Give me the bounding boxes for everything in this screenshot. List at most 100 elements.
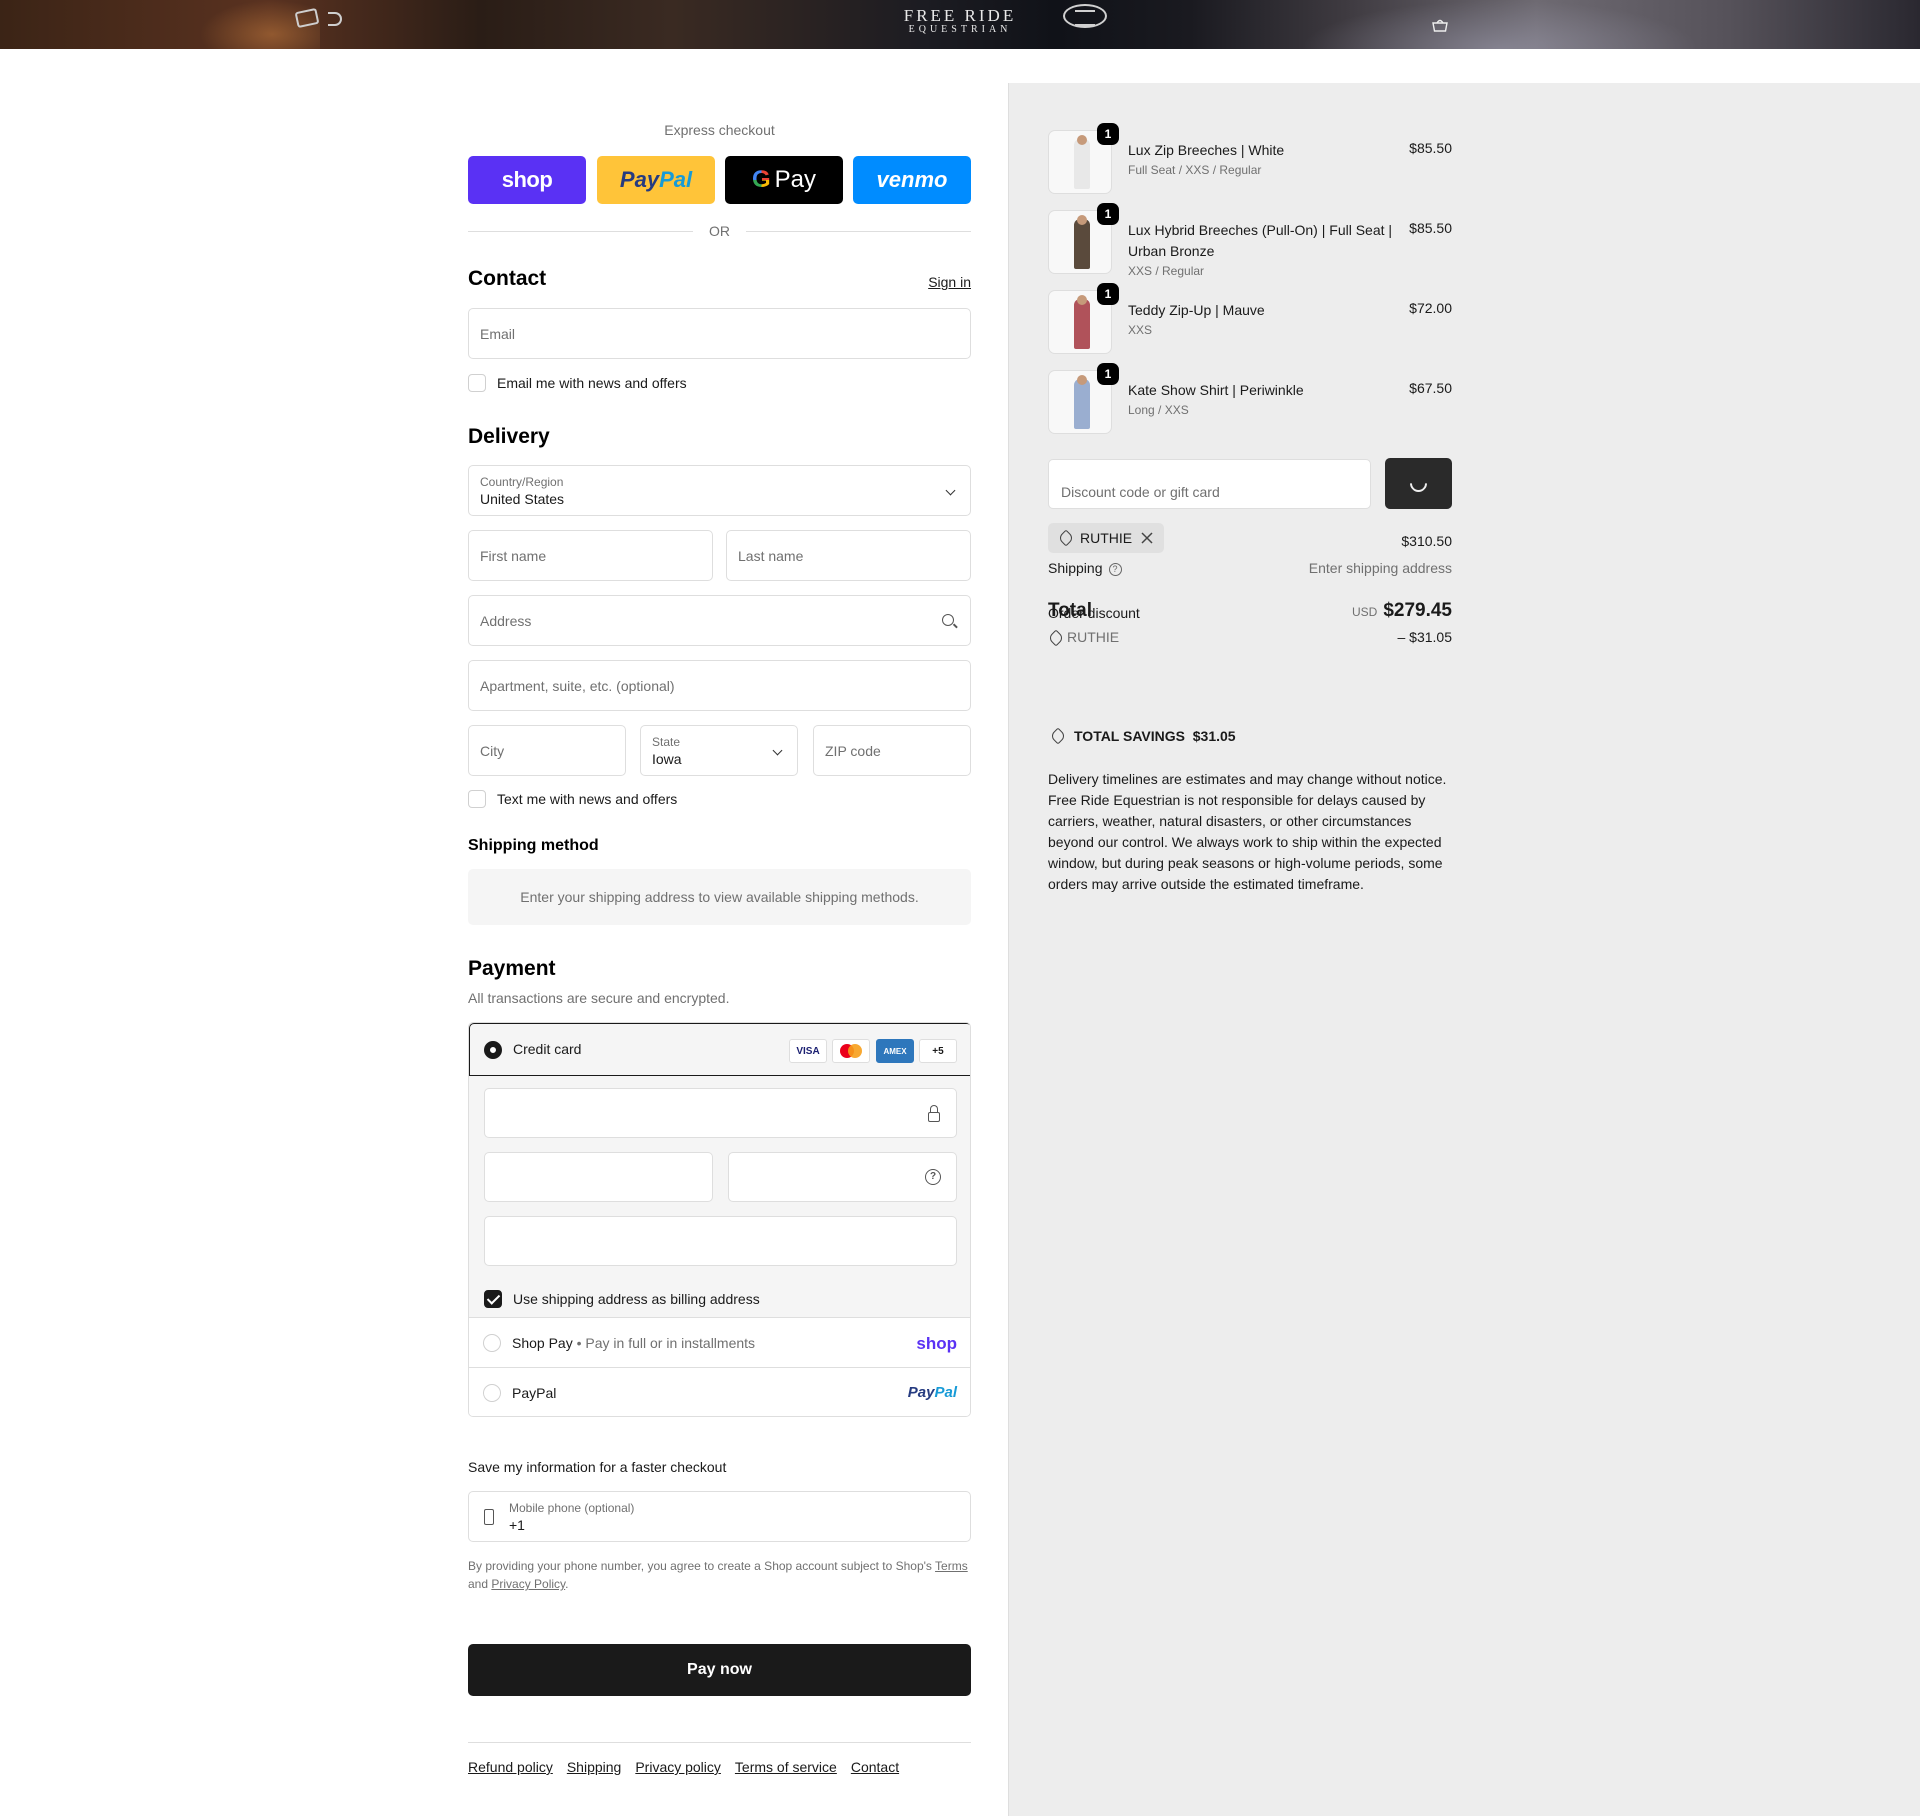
email-news-checkbox-row[interactable]: Email me with news and offers xyxy=(468,374,687,392)
privacy-policy-link[interactable]: Privacy policy xyxy=(635,1759,721,1775)
paypal-option[interactable]: PayPal PayPal xyxy=(469,1368,970,1416)
credit-card-label: Credit card xyxy=(513,1041,582,1057)
tag-icon xyxy=(1049,727,1067,745)
or-divider: OR xyxy=(468,222,971,240)
shipping-link[interactable]: Shipping xyxy=(567,1759,622,1775)
payment-subtitle: All transactions are secure and encrypte… xyxy=(468,990,730,1006)
zip-field[interactable]: ZIP code xyxy=(813,725,971,776)
security-code-field[interactable]: ? xyxy=(728,1152,957,1202)
save-info-title: Save my information for a faster checkou… xyxy=(468,1459,727,1475)
name-on-card-field[interactable] xyxy=(484,1216,957,1266)
product-variant: XXS / Regular xyxy=(1128,264,1205,278)
google-pay-button[interactable]: G Pay xyxy=(725,156,843,204)
more-cards-badge: +5 xyxy=(919,1039,957,1063)
privacy-policy-link[interactable]: Privacy Policy xyxy=(491,1577,565,1591)
email-news-checkbox[interactable] xyxy=(468,374,486,392)
product-name: Lux Zip Breeches | White xyxy=(1128,142,1285,158)
terms-of-service-link[interactable]: Terms of service xyxy=(735,1759,837,1775)
subtotal-value: $310.50 xyxy=(1401,533,1452,549)
shipping-label: Shipping xyxy=(1048,560,1103,576)
shop-pay-radio[interactable] xyxy=(483,1334,501,1352)
payment-heading: Payment xyxy=(468,957,556,980)
shop-pay-button[interactable]: shop xyxy=(468,156,586,204)
help-icon[interactable]: ? xyxy=(925,1169,941,1185)
pay-now-button[interactable]: Pay now xyxy=(468,1644,971,1696)
city-field[interactable]: City xyxy=(468,725,626,776)
paypal-logo: PayPal xyxy=(907,1384,957,1401)
product-variant: XXS xyxy=(1128,323,1153,337)
express-checkout-title: Express checkout xyxy=(664,122,775,138)
paypal-logo-part: Pay xyxy=(619,167,660,192)
shipping-method-message: Enter your shipping address to view avai… xyxy=(468,869,971,925)
refund-policy-link[interactable]: Refund policy xyxy=(468,1759,553,1775)
legal-text: By providing your phone number, you agre… xyxy=(468,1559,968,1591)
email-field[interactable]: Email xyxy=(468,308,971,359)
order-discount-label: Order discount xyxy=(1048,605,1140,621)
product-name: Lux Hybrid Breeches (Pull-On) | Full Sea… xyxy=(1128,222,1393,259)
brand-logo[interactable]: FREE RIDE EQUESTRIAN xyxy=(860,7,1060,35)
country-label: Country/Region xyxy=(480,475,564,489)
shop-pay-sublabel: Pay in full or in installments xyxy=(585,1335,756,1351)
apply-discount-button[interactable] xyxy=(1385,458,1452,509)
contact-link[interactable]: Contact xyxy=(851,1759,899,1775)
first-name-field[interactable]: First name xyxy=(468,530,713,581)
last-name-placeholder: Last name xyxy=(738,548,804,564)
paypal-radio[interactable] xyxy=(483,1384,501,1402)
country-value: United States xyxy=(480,491,565,507)
order-discount-amount: – $31.05 xyxy=(1397,629,1453,645)
city-placeholder: City xyxy=(480,743,505,759)
help-icon[interactable]: ? xyxy=(1108,563,1122,576)
remove-discount-icon[interactable] xyxy=(1141,532,1153,544)
billing-checkbox-row[interactable]: Use shipping address as billing address xyxy=(484,1290,760,1308)
text-news-checkbox-row[interactable]: Text me with news and offers xyxy=(468,790,677,808)
mobile-phone-field[interactable]: Mobile phone (optional) +1 xyxy=(468,1491,971,1542)
shop-pay-option[interactable]: Shop Pay • Pay in full or in installment… xyxy=(469,1318,970,1368)
product-price: $85.50 xyxy=(1409,140,1452,156)
address-field[interactable]: Address xyxy=(468,595,971,646)
product-price: $67.50 xyxy=(1409,380,1452,396)
last-name-field[interactable]: Last name xyxy=(726,530,971,581)
discount-code-field[interactable]: Discount code or gift card xyxy=(1048,459,1371,509)
venmo-button[interactable]: venmo xyxy=(853,156,971,204)
billing-checkbox[interactable] xyxy=(484,1290,502,1308)
discount-code-label: RUTHIE xyxy=(1080,530,1133,546)
shop-pay-label: Shop Pay xyxy=(512,1335,573,1351)
terms-link[interactable]: Terms xyxy=(935,1559,968,1573)
order-discount-code: RUTHIE xyxy=(1067,629,1120,645)
email-news-label: Email me with news and offers xyxy=(497,375,687,391)
mastercard-icon xyxy=(832,1039,870,1063)
state-select[interactable]: State Iowa xyxy=(640,725,798,776)
expiration-date-field[interactable] xyxy=(484,1152,713,1202)
tag-icon xyxy=(1047,629,1065,647)
sign-in-link[interactable]: Sign in xyxy=(928,274,971,290)
delivery-disclaimer: Delivery timelines are estimates and may… xyxy=(1048,771,1447,892)
cart-icon[interactable] xyxy=(1430,18,1450,32)
paypal-logo-part: Pal xyxy=(659,167,693,192)
order-discount-row: RUTHIE – $31.05 xyxy=(1047,629,1453,647)
credit-card-option[interactable]: Credit card VISA AMEX +5 xyxy=(469,1023,970,1076)
text-news-checkbox[interactable] xyxy=(468,790,486,808)
chevron-down-icon xyxy=(772,745,783,756)
paypal-button[interactable]: Pay Pal xyxy=(597,156,715,204)
header-banner: FREE RIDE EQUESTRIAN xyxy=(0,0,1920,49)
country-select[interactable]: Country/Region United States xyxy=(468,465,971,516)
paypal-label: PayPal xyxy=(512,1385,557,1401)
product-figure xyxy=(1074,219,1090,269)
credit-card-radio[interactable] xyxy=(484,1041,502,1059)
shipping-row: Shipping? Enter shipping address xyxy=(1048,560,1452,576)
billing-label: Use shipping address as billing address xyxy=(513,1291,760,1307)
contact-heading: Contact xyxy=(468,267,547,290)
total-value: $279.45 xyxy=(1383,600,1452,621)
savings-label: TOTAL SAVINGS xyxy=(1074,728,1185,744)
quantity-badge: 1 xyxy=(1097,123,1119,145)
product-variant: Full Seat / XXS / Regular xyxy=(1128,163,1262,177)
card-number-field[interactable] xyxy=(484,1088,957,1138)
banner-photo-highlight xyxy=(1300,0,1700,49)
address-placeholder: Address xyxy=(480,613,532,629)
brand-subname: EQUESTRIAN xyxy=(908,24,1012,35)
search-icon xyxy=(942,614,954,626)
product-price: $85.50 xyxy=(1409,220,1452,236)
shipping-method-heading: Shipping method xyxy=(468,837,599,854)
order-summary-panel xyxy=(1008,83,1920,1816)
apartment-field[interactable]: Apartment, suite, etc. (optional) xyxy=(468,660,971,711)
